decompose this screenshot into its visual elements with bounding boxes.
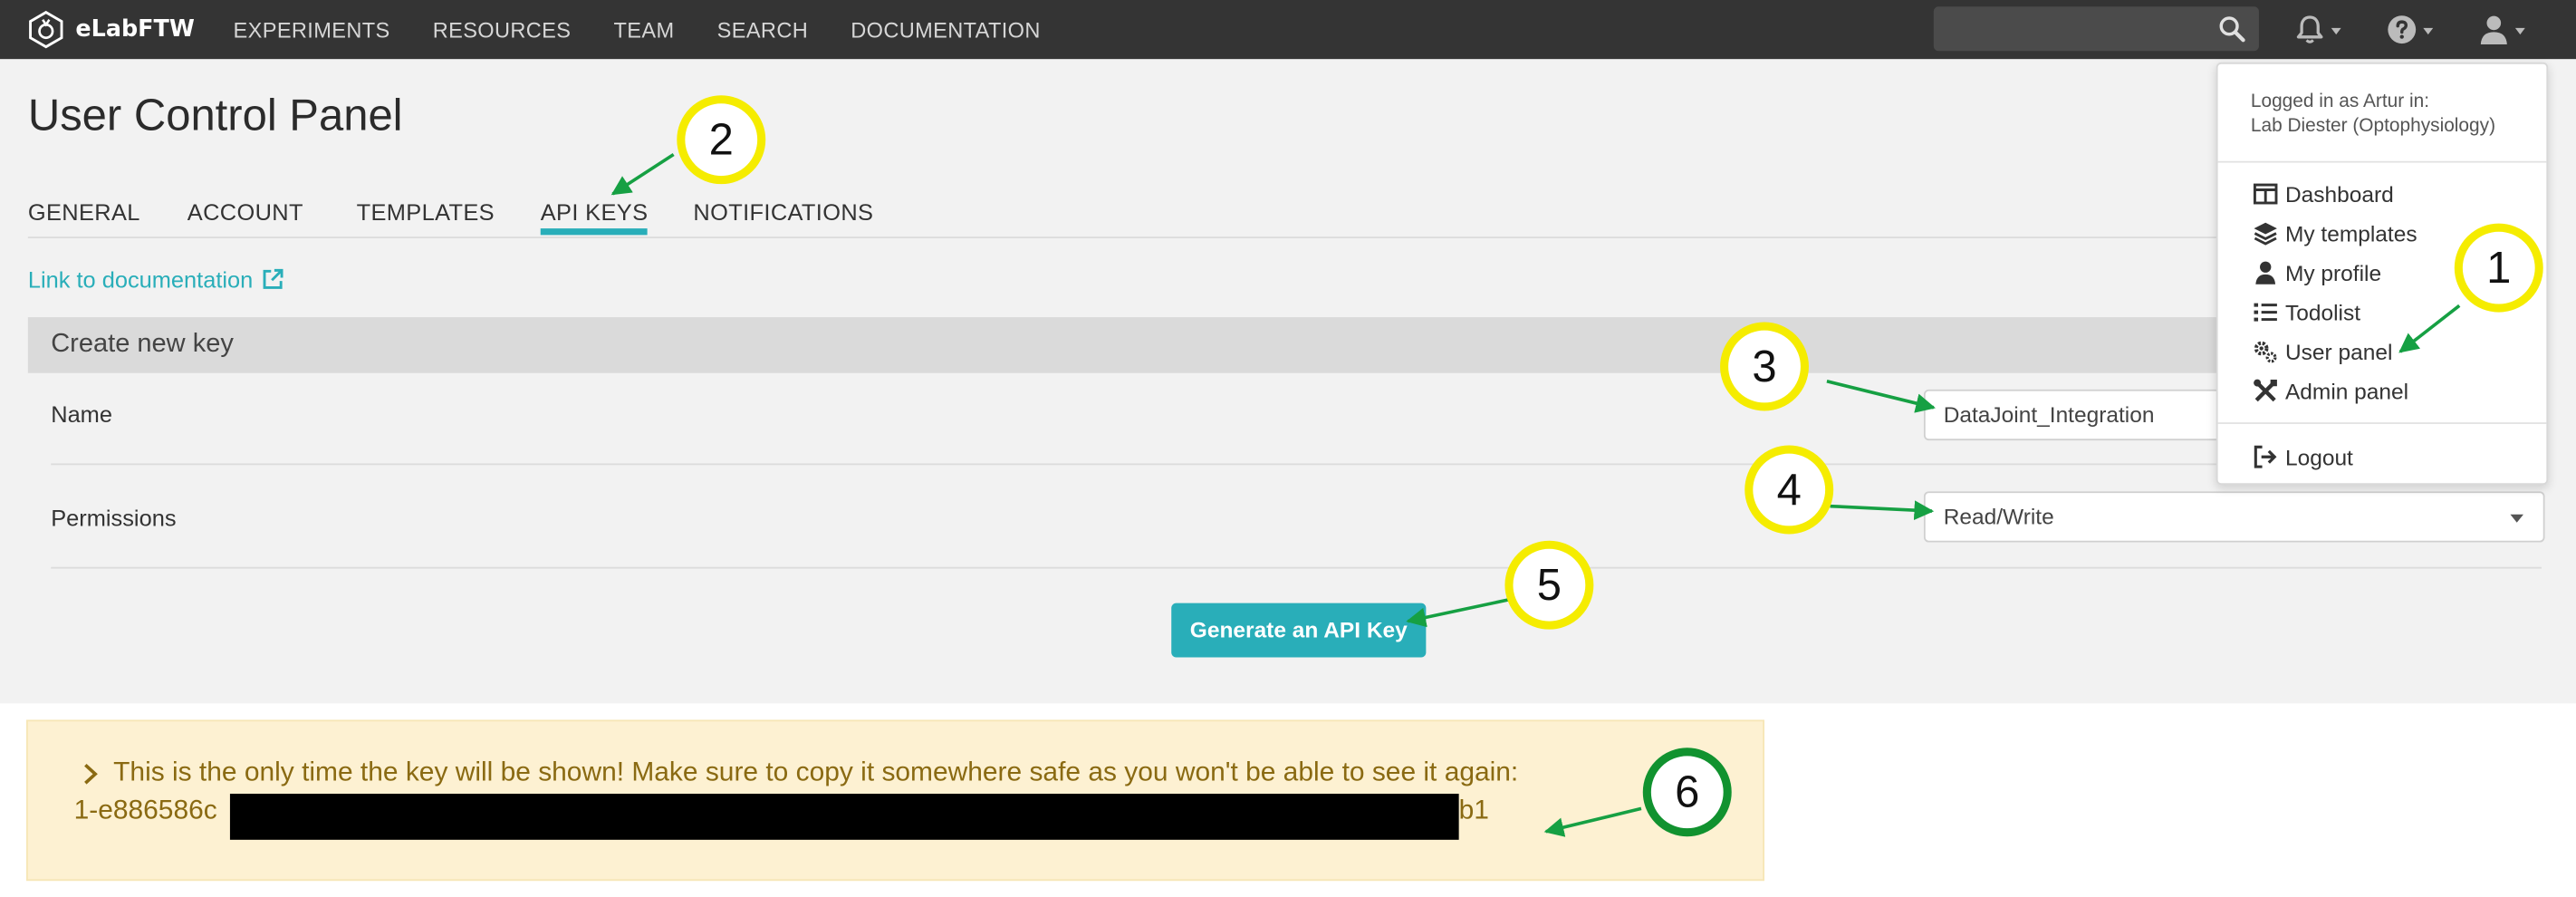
tools-icon: [2254, 379, 2277, 402]
key-name-value: DataJoint_Integration: [1943, 402, 2155, 428]
name-label: Name: [51, 400, 112, 428]
alert-message: This is the only time the key will be sh…: [81, 757, 1518, 788]
logout-icon: [2254, 445, 2277, 468]
tab-templates[interactable]: TEMPLATES: [357, 198, 495, 225]
search-icon[interactable]: [2218, 14, 2246, 43]
screen: eLabFTW EXPERIMENTS RESOURCES TEAM SEARC…: [0, 0, 2576, 897]
menu-item-label: User panel: [2284, 339, 2393, 364]
chevron-down-icon: [2331, 27, 2341, 35]
api-key-alert: This is the only time the key will be sh…: [26, 719, 1764, 882]
menu-item-user-panel[interactable]: User panel: [2253, 333, 2393, 370]
step-5-badge: 5: [1504, 540, 1594, 630]
search-input[interactable]: [1933, 6, 2259, 52]
menu-item-label: Admin panel: [2284, 379, 2409, 404]
tab-account[interactable]: ACCOUNT: [187, 198, 303, 225]
step-6-badge: 6: [1642, 748, 1732, 837]
menu-item-label: Dashboard: [2284, 181, 2394, 207]
step-3-badge: 3: [1720, 322, 1809, 411]
external-link-icon: [263, 268, 284, 289]
menu-item-todolist[interactable]: Todolist: [2253, 294, 2360, 331]
tab-notifications[interactable]: NOTIFICATIONS: [693, 198, 873, 225]
redaction-bar: [229, 794, 1459, 840]
user-control-panel: User Control Panel GENERAL ACCOUNT TEMPL…: [0, 59, 2576, 704]
page-title: User Control Panel: [27, 90, 403, 140]
logged-in-info: Logged in as Artur in: Lab Diester (Opto…: [2251, 91, 2495, 140]
permissions-label: Permissions: [51, 504, 177, 531]
user-menu-button[interactable]: [2477, 8, 2525, 51]
menu-item-my-profile[interactable]: My profile: [2253, 255, 2381, 291]
menu-item-label: My profile: [2284, 260, 2382, 285]
help-button[interactable]: [2386, 8, 2434, 51]
menu-item-logout[interactable]: Logout: [2253, 439, 2353, 475]
menu-item-label: Todolist: [2284, 300, 2361, 325]
alert-message-text: This is the only time the key will be sh…: [113, 757, 1519, 787]
top-navbar: eLabFTW EXPERIMENTS RESOURCES TEAM SEARC…: [0, 0, 2576, 60]
columns-icon: [2253, 183, 2278, 205]
permissions-select[interactable]: Read/Write: [1923, 491, 2545, 543]
brand-logo[interactable]: eLabFTW: [26, 8, 195, 51]
nav-team[interactable]: TEAM: [614, 17, 675, 42]
menu-divider: [2217, 422, 2547, 424]
question-circle-icon: [2388, 15, 2417, 44]
menu-item-dashboard[interactable]: Dashboard: [2253, 176, 2394, 212]
menu-divider: [2217, 160, 2547, 163]
logged-in-user: Logged in as Artur in:: [2250, 92, 2430, 112]
step-4-badge: 4: [1745, 445, 1834, 535]
menu-item-label: My templates: [2284, 220, 2417, 246]
tab-api-keys[interactable]: API KEYS: [540, 198, 649, 236]
nav-search[interactable]: SEARCH: [717, 17, 808, 42]
generate-api-key-button[interactable]: Generate an API Key: [1171, 603, 1427, 658]
main-nav: EXPERIMENTS RESOURCES TEAM SEARCH DOCUME…: [234, 0, 1041, 59]
brand-name: eLabFTW: [75, 16, 195, 43]
menu-item-label: Logout: [2284, 444, 2353, 469]
tab-general[interactable]: GENERAL: [28, 198, 140, 225]
row-divider: [51, 463, 2542, 466]
step-1-badge: 1: [2454, 223, 2543, 313]
user-icon: [2255, 261, 2276, 285]
step-2-badge: 2: [677, 95, 766, 185]
notifications-button[interactable]: [2293, 8, 2341, 51]
chevron-right-icon: [84, 763, 98, 784]
nav-experiments[interactable]: EXPERIMENTS: [234, 17, 390, 42]
menu-item-admin-panel[interactable]: Admin panel: [2253, 373, 2408, 410]
list-icon: [2254, 303, 2277, 322]
permissions-value: Read/Write: [1943, 504, 2054, 530]
chevron-down-icon: [2514, 27, 2525, 35]
user-icon: [2480, 15, 2507, 44]
layers-icon: [2254, 222, 2277, 246]
gears-icon: [2254, 341, 2277, 363]
chevron-down-icon: [2510, 514, 2523, 523]
menu-item-my-templates[interactable]: My templates: [2253, 216, 2417, 252]
documentation-link[interactable]: Link to documentation: [28, 266, 284, 293]
tab-bar: GENERAL ACCOUNT TEMPLATES API KEYS NOTIF…: [27, 198, 2542, 238]
bell-icon: [2296, 15, 2323, 43]
nav-resources[interactable]: RESOURCES: [433, 17, 572, 42]
api-key-suffix[interactable]: b1: [1459, 796, 1489, 826]
chevron-down-icon: [2423, 27, 2434, 35]
nav-documentation[interactable]: DOCUMENTATION: [851, 17, 1040, 42]
api-key-prefix[interactable]: 1-e886586c: [74, 796, 217, 826]
elabftw-logo-icon: [29, 10, 63, 49]
row-divider: [51, 566, 2542, 569]
logged-in-team: Lab Diester (Optophysiology): [2250, 116, 2496, 137]
create-key-title: Create new key: [51, 330, 234, 359]
create-key-header: Create new key: [27, 317, 2542, 373]
documentation-link-label: Link to documentation: [27, 265, 254, 293]
